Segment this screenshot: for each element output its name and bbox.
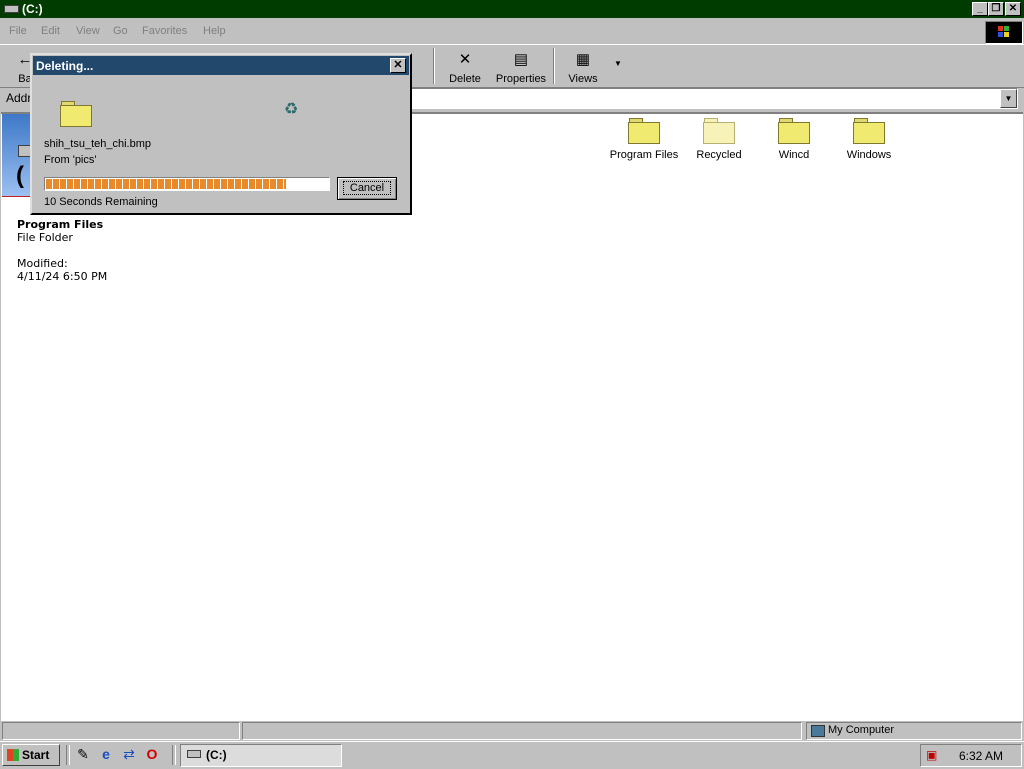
properties-icon: ▤ bbox=[513, 51, 529, 68]
folder-item-recycled[interactable]: Recycled bbox=[682, 118, 756, 161]
start-button[interactable]: Start bbox=[2, 744, 60, 766]
dialog-close-button[interactable]: ✕ bbox=[390, 58, 406, 73]
dialog-title: Deleting... bbox=[36, 59, 94, 73]
delete-x-icon: ✕ bbox=[458, 51, 472, 68]
views-dropdown-icon[interactable]: ▼ bbox=[612, 59, 624, 68]
info-pane: Program Files File Folder Modified: 4/11… bbox=[17, 218, 107, 283]
folder-icon bbox=[628, 118, 660, 144]
folder-icon bbox=[60, 101, 92, 132]
toolbar-separator bbox=[553, 48, 555, 84]
views-icon: ▦ bbox=[575, 51, 591, 68]
menu-edit[interactable]: Edit bbox=[41, 25, 60, 37]
info-modified-label: Modified: bbox=[17, 257, 68, 270]
dialog-remaining: 10 Seconds Remaining bbox=[44, 196, 158, 208]
dialog-title-bar[interactable]: Deleting... ✕ bbox=[33, 56, 409, 75]
internet-explorer-icon[interactable]: e bbox=[97, 745, 115, 763]
status-bar: My Computer bbox=[0, 720, 1024, 740]
delete-button[interactable]: ✕ Delete bbox=[442, 49, 488, 85]
folder-item-windows[interactable]: Windows bbox=[832, 118, 906, 161]
status-panel bbox=[2, 722, 240, 740]
status-panel-location: My Computer bbox=[806, 722, 1022, 740]
toolbar-separator bbox=[433, 48, 435, 84]
restore-button[interactable]: ❐ bbox=[988, 2, 1004, 16]
windows-flag-icon bbox=[7, 749, 19, 761]
taskbar-separator bbox=[66, 745, 70, 765]
window-title-bar[interactable]: (C:) _ ❐ ✕ bbox=[0, 0, 1024, 18]
deleting-dialog: Deleting... ✕ ♻ shih_tsu_teh_chi.bmp Fro… bbox=[30, 53, 412, 215]
my-computer-icon bbox=[811, 725, 825, 737]
webview-divider bbox=[2, 196, 32, 197]
address-label: Addr bbox=[6, 91, 32, 105]
close-button[interactable]: ✕ bbox=[1005, 2, 1021, 16]
drive-icon bbox=[4, 5, 19, 13]
info-type: File Folder bbox=[17, 231, 73, 244]
folder-icon bbox=[778, 118, 810, 144]
folder-item-program-files[interactable]: Program Files bbox=[607, 118, 681, 161]
properties-button[interactable]: ▤ Properties bbox=[494, 49, 548, 85]
info-name: Program Files bbox=[17, 218, 104, 231]
system-tray: ▣ 6:32 AM bbox=[920, 744, 1022, 767]
menu-help[interactable]: Help bbox=[203, 25, 226, 37]
window-title: (C:) bbox=[22, 2, 43, 16]
show-desktop-icon[interactable]: ✎ bbox=[74, 745, 92, 763]
menu-go[interactable]: Go bbox=[113, 25, 128, 37]
opera-icon[interactable]: O bbox=[143, 745, 161, 763]
recycle-bin-icon: ♻ bbox=[284, 101, 299, 118]
delete-progress-bar bbox=[44, 177, 330, 191]
address-dropdown-icon[interactable]: ▼ bbox=[1000, 89, 1017, 108]
taskbar-task-drive-c[interactable]: (C:) bbox=[180, 744, 342, 767]
menu-bar: File Edit View Go Favorites Help bbox=[0, 20, 1024, 43]
taskbar-separator bbox=[172, 745, 176, 765]
progress-fill bbox=[46, 179, 286, 189]
menu-favorites[interactable]: Favorites bbox=[142, 25, 187, 37]
scheduler-icon[interactable]: ▣ bbox=[926, 748, 937, 762]
recycle-folder-icon bbox=[703, 118, 735, 144]
folder-item-wincd[interactable]: Wincd bbox=[757, 118, 831, 161]
windows-logo-icon bbox=[985, 21, 1023, 44]
minimize-button[interactable]: _ bbox=[972, 2, 988, 16]
views-button[interactable]: ▦ Views bbox=[563, 49, 603, 85]
cancel-button[interactable]: Cancel bbox=[337, 177, 397, 200]
dialog-filename: shih_tsu_teh_chi.bmp bbox=[44, 138, 152, 150]
status-location-label: My Computer bbox=[828, 724, 895, 736]
dialog-from: From 'pics' bbox=[44, 154, 97, 166]
folder-icon bbox=[853, 118, 885, 144]
info-modified-value: 4/11/24 6:50 PM bbox=[17, 270, 108, 283]
status-panel bbox=[242, 722, 802, 740]
webview-title: ( bbox=[16, 162, 24, 189]
drive-icon bbox=[187, 750, 201, 758]
clock[interactable]: 6:32 AM bbox=[959, 749, 1003, 763]
menu-file[interactable]: File bbox=[9, 25, 27, 37]
network-icon[interactable]: ⇄ bbox=[120, 745, 138, 763]
menu-view[interactable]: View bbox=[76, 25, 100, 37]
